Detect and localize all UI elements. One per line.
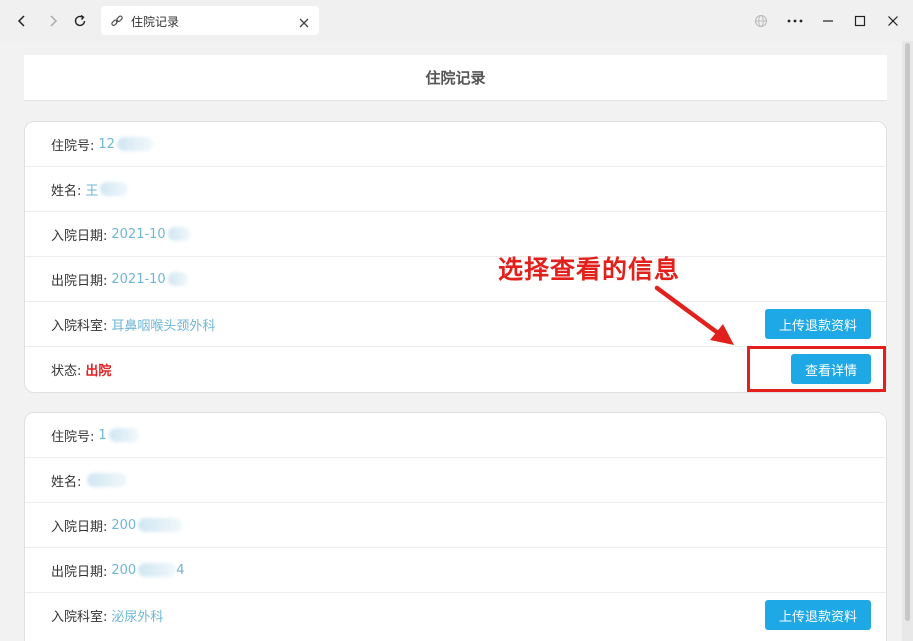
department-label: 入院科室: bbox=[51, 318, 108, 334]
department-value: 耳鼻咽喉头颈外科 bbox=[111, 318, 216, 334]
tab-title: 住院记录 bbox=[131, 15, 180, 29]
redaction-blur bbox=[116, 137, 153, 151]
discharge-date-row: 出院日期: 2021-10 bbox=[25, 257, 886, 302]
annotation-arrow-icon bbox=[654, 285, 734, 345]
admit-date-row: 入院日期: 2021-10 bbox=[25, 212, 886, 257]
redaction-blur bbox=[108, 428, 139, 442]
discharge-date-value: 2021-10 bbox=[111, 271, 166, 287]
admit-date-value: 2021-10 bbox=[111, 226, 166, 242]
annotation-highlight-box bbox=[747, 346, 886, 392]
back-icon[interactable] bbox=[9, 8, 35, 34]
admit-date-row: 入院日期: 200 bbox=[25, 503, 886, 548]
admission-no-value: 1 bbox=[98, 427, 107, 443]
admission-no-label: 住院号: bbox=[51, 429, 95, 445]
admit-date-value: 200 bbox=[111, 517, 137, 533]
browser-tab[interactable]: 住院记录 bbox=[101, 6, 319, 35]
redaction-blur bbox=[167, 272, 188, 286]
redaction-blur bbox=[167, 227, 190, 241]
page-title: 住院记录 bbox=[425, 69, 486, 87]
close-icon[interactable] bbox=[298, 14, 310, 28]
upload-refund-button[interactable]: 上传退款资料 bbox=[764, 309, 871, 339]
name-row: 姓名: 王 bbox=[25, 167, 886, 212]
discharge-date-row: 出院日期: 200 4 bbox=[25, 548, 886, 593]
link-icon bbox=[110, 13, 124, 27]
status-value: 出院 bbox=[85, 364, 112, 379]
refresh-icon[interactable] bbox=[67, 8, 93, 34]
name-row: 姓名: bbox=[25, 458, 886, 503]
more-icon[interactable] bbox=[782, 8, 808, 34]
redaction-blur bbox=[87, 473, 128, 487]
admission-no-row: 住院号: 12 bbox=[25, 122, 886, 167]
globe-icon[interactable] bbox=[748, 8, 774, 34]
discharge-date-label: 出院日期: bbox=[51, 273, 108, 289]
admit-date-label: 入院日期: bbox=[51, 519, 108, 535]
maximize-icon[interactable] bbox=[847, 8, 873, 34]
minimize-icon[interactable] bbox=[815, 8, 841, 34]
vertical-scrollbar[interactable] bbox=[902, 41, 913, 641]
browser-window: 住院记录 住院记录 住院号: 12 姓名: 王 入院日期: 2021-10 出院… bbox=[0, 0, 913, 641]
record-card: 住院号: 1 姓名: 入院日期: 200 出院日期: 200 4 入院科室: 泌… bbox=[24, 412, 887, 641]
redaction-blur bbox=[100, 182, 129, 196]
name-value: 王 bbox=[85, 183, 99, 199]
discharge-date-tail: 4 bbox=[176, 562, 185, 578]
window-close-icon[interactable] bbox=[880, 8, 906, 34]
forward-icon[interactable] bbox=[40, 8, 66, 34]
department-row: 入院科室: 泌尿外科 上传退款资料 bbox=[25, 593, 886, 638]
department-value: 泌尿外科 bbox=[111, 610, 164, 625]
redaction-blur bbox=[138, 518, 183, 532]
admission-no-row: 住院号: 1 bbox=[25, 413, 886, 458]
discharge-date-value: 200 bbox=[111, 562, 137, 578]
discharge-date-label: 出院日期: bbox=[51, 564, 108, 580]
department-row: 入院科室: 耳鼻咽喉头颈外科 上传退款资料 bbox=[25, 302, 886, 347]
name-label: 姓名: bbox=[51, 474, 82, 490]
admit-date-label: 入院日期: bbox=[51, 228, 108, 244]
department-label: 入院科室: bbox=[51, 610, 108, 625]
name-label: 姓名: bbox=[51, 183, 82, 199]
page-header: 住院记录 bbox=[24, 55, 887, 101]
scrollbar-thumb[interactable] bbox=[905, 43, 910, 621]
upload-refund-button[interactable]: 上传退款资料 bbox=[764, 600, 871, 630]
admission-no-label: 住院号: bbox=[51, 138, 95, 154]
browser-titlebar: 住院记录 bbox=[0, 0, 913, 41]
admission-no-value: 12 bbox=[98, 136, 115, 152]
redaction-blur bbox=[138, 563, 177, 577]
page-content: 住院记录 住院号: 12 姓名: 王 入院日期: 2021-10 出院日期: 2… bbox=[0, 41, 902, 641]
status-label: 状态: bbox=[51, 364, 82, 379]
